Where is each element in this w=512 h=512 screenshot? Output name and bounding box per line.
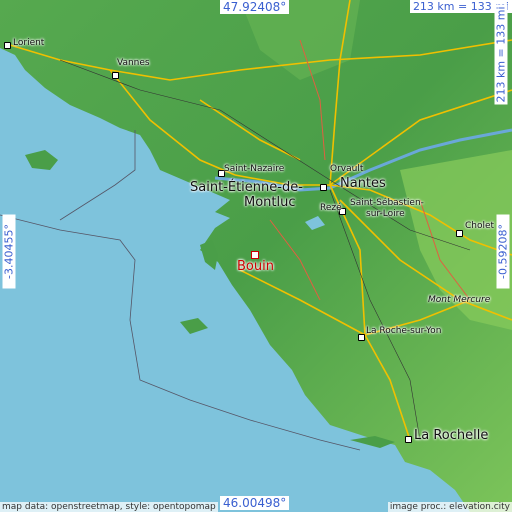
selected-location-marker[interactable] (251, 251, 259, 259)
label-saint-sebastien-line2: sur-Loire (366, 209, 405, 219)
label-saint-nazaire: Saint-Nazaire (224, 164, 285, 174)
label-selected-bouin: Bouin (237, 259, 274, 274)
city-marker-lorient (4, 42, 11, 49)
label-orvault: Orvault (330, 164, 364, 174)
city-marker-la-rochelle (405, 436, 412, 443)
lon-left-label: -3.40455° (2, 214, 16, 289)
label-nantes: Nantes (340, 176, 386, 191)
label-reze: Rezé (320, 203, 342, 213)
label-saint-etienne-line1: Saint-Étienne-de- (190, 180, 303, 195)
credit-image-proc: image proc.: elevation.city (387, 502, 512, 512)
city-marker-nantes (320, 184, 327, 191)
city-marker-vannes (112, 72, 119, 79)
label-vannes: Vannes (117, 58, 150, 68)
label-mont-mercure: Mont Mercure (428, 295, 491, 305)
label-la-rochelle: La Rochelle (414, 428, 489, 443)
label-la-roche: La Roche-sur-Yon (366, 326, 442, 336)
city-marker-la-roche (358, 334, 365, 341)
label-saint-etienne-line2: Montluc (244, 195, 296, 210)
city-marker-cholet (456, 230, 463, 237)
label-saint-sebastien-line1: Saint-Sébastien- (350, 198, 424, 208)
credit-map-data: map data: openstreetmap, style: opentopo… (0, 502, 218, 512)
lat-bottom-label: 46.00498° (220, 496, 290, 510)
lon-right-label: -0.59208° (496, 214, 510, 289)
label-lorient: Lorient (13, 38, 45, 48)
lat-top-label: 47.92408° (220, 0, 290, 14)
scale-vertical: 213 km = 133 mi (494, 4, 508, 105)
label-cholet: Cholet (465, 221, 495, 231)
map-view[interactable]: 47.92408° 46.00498° -3.40455° -0.59208° … (0, 0, 512, 512)
